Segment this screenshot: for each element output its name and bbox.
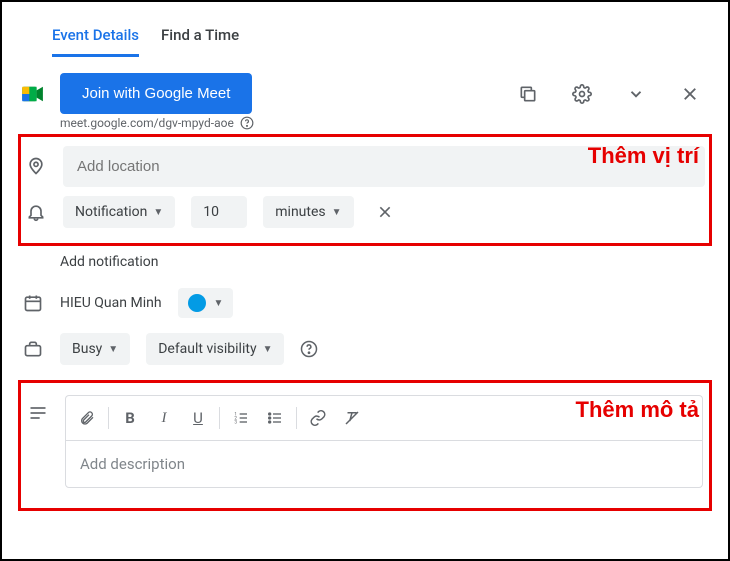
clear-formatting-icon[interactable] xyxy=(335,402,369,434)
numbered-list-icon[interactable]: 123 xyxy=(224,402,258,434)
briefcase-icon xyxy=(22,339,44,359)
annotation-description: Thêm mô tả xyxy=(576,397,699,423)
attach-file-icon[interactable] xyxy=(70,402,104,434)
description-textarea[interactable]: Add description xyxy=(65,440,703,488)
tab-event-details[interactable]: Event Details xyxy=(52,20,139,57)
calendar-icon xyxy=(22,293,44,313)
chevron-down-icon[interactable] xyxy=(618,76,654,112)
notification-unit-select[interactable]: minutes▼ xyxy=(263,196,353,228)
settings-icon[interactable] xyxy=(564,76,600,112)
italic-icon[interactable]: I xyxy=(147,402,181,434)
tab-find-a-time[interactable]: Find a Time xyxy=(161,20,239,57)
remove-notification-icon[interactable] xyxy=(370,194,400,230)
notification-bell-icon xyxy=(25,202,47,222)
help-icon[interactable] xyxy=(240,116,254,130)
join-google-meet-button[interactable]: Join with Google Meet xyxy=(60,73,252,114)
calendar-owner: HIEU Quan Minh xyxy=(60,295,162,311)
add-notification-button[interactable]: Add notification xyxy=(60,246,708,280)
calendar-color-dot-icon xyxy=(188,294,206,312)
copy-link-icon[interactable] xyxy=(510,76,546,112)
annotation-location: Thêm vị trí xyxy=(588,143,699,169)
svg-text:3: 3 xyxy=(234,419,237,425)
availability-select[interactable]: Busy▼ xyxy=(60,333,130,365)
help-icon[interactable] xyxy=(300,340,318,358)
visibility-select[interactable]: Default visibility▼ xyxy=(146,333,284,365)
meet-link-text: meet.google.com/dgv-mpyd-aoe xyxy=(60,116,234,130)
tabs: Event Details Find a Time xyxy=(22,20,708,57)
description-icon xyxy=(27,405,49,421)
close-icon[interactable] xyxy=(672,76,708,112)
underline-icon[interactable]: U xyxy=(181,402,215,434)
google-meet-icon xyxy=(22,85,44,103)
bold-icon[interactable]: B xyxy=(113,402,147,434)
calendar-color-select[interactable]: ▼ xyxy=(178,288,234,318)
bulleted-list-icon[interactable] xyxy=(258,402,292,434)
notification-value-input[interactable]: 10 xyxy=(191,196,247,228)
location-icon xyxy=(25,156,47,176)
insert-link-icon[interactable] xyxy=(301,402,335,434)
notification-type-select[interactable]: Notification▼ xyxy=(63,196,175,228)
